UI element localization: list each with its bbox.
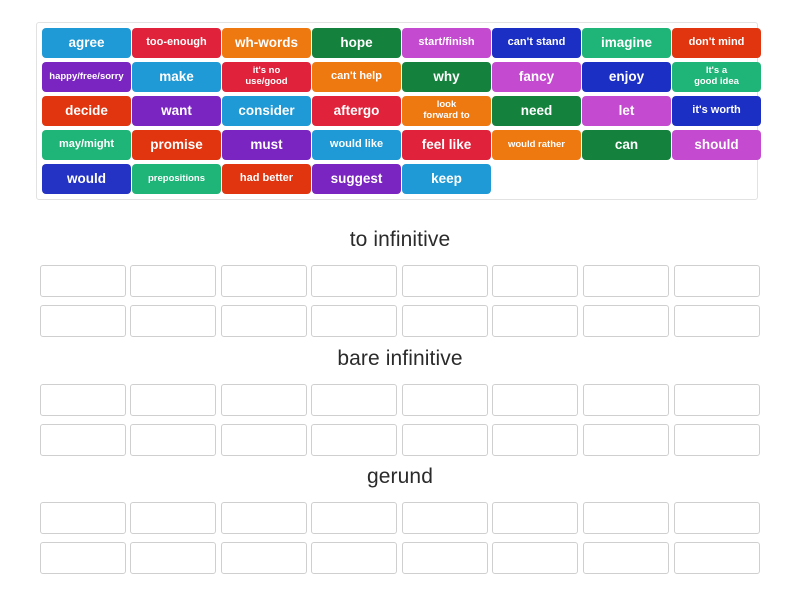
drop-slot[interactable]: [583, 502, 670, 534]
word-tile[interactable]: make: [132, 62, 221, 92]
drop-slot[interactable]: [311, 265, 398, 297]
drop-slot[interactable]: [673, 265, 760, 297]
word-tile[interactable]: decide: [42, 96, 131, 126]
word-tile[interactable]: wh-words: [222, 28, 311, 58]
drop-slot[interactable]: [492, 542, 579, 574]
drop-slot[interactable]: [583, 384, 670, 416]
word-tile[interactable]: must: [222, 130, 311, 160]
word-tile[interactable]: fancy: [492, 62, 581, 92]
drop-slot[interactable]: [39, 305, 126, 337]
category-title: gerund: [367, 465, 433, 488]
drop-slot[interactable]: [583, 542, 670, 574]
drop-slot[interactable]: [401, 424, 488, 456]
drop-slot-grid: [39, 384, 761, 456]
word-tile[interactable]: happy/free/sorry: [42, 62, 131, 92]
drop-slot[interactable]: [311, 384, 398, 416]
word-tile[interactable]: can: [582, 130, 671, 160]
drop-slot[interactable]: [673, 305, 760, 337]
drop-slot[interactable]: [130, 384, 217, 416]
word-tile[interactable]: it's worth: [672, 96, 761, 126]
drop-slot[interactable]: [492, 502, 579, 534]
drop-slot[interactable]: [673, 542, 760, 574]
drop-slot[interactable]: [492, 424, 579, 456]
drop-slot[interactable]: [673, 424, 760, 456]
activity-stage: agree too-enough wh-words hope start/finish c…: [0, 0, 800, 600]
word-tile[interactable]: suggest: [312, 164, 401, 194]
word-tile[interactable]: It's a good idea: [672, 62, 761, 92]
word-tile[interactable]: start/finish: [402, 28, 491, 58]
drop-slot[interactable]: [220, 305, 307, 337]
drop-slot[interactable]: [311, 424, 398, 456]
word-tile[interactable]: need: [492, 96, 581, 126]
drop-slot[interactable]: [220, 265, 307, 297]
word-tile[interactable]: feel like: [402, 130, 491, 160]
drop-slot-grid: [39, 265, 761, 337]
drop-slot[interactable]: [220, 542, 307, 574]
category-title: bare infinitive: [337, 347, 463, 370]
word-tile[interactable]: don't mind: [672, 28, 761, 58]
drop-slot[interactable]: [220, 384, 307, 416]
word-tile[interactable]: look forward to: [402, 96, 491, 126]
drop-slot[interactable]: [39, 542, 126, 574]
drop-slot[interactable]: [673, 384, 760, 416]
drop-slot[interactable]: [401, 384, 488, 416]
word-tile[interactable]: enjoy: [582, 62, 671, 92]
drop-slot[interactable]: [673, 502, 760, 534]
word-tile[interactable]: keep: [402, 164, 491, 194]
drop-slot[interactable]: [130, 542, 217, 574]
drop-slot[interactable]: [220, 424, 307, 456]
drop-slot[interactable]: [583, 265, 670, 297]
word-tile[interactable]: had better: [222, 164, 311, 194]
category-title: to infinitive: [349, 228, 451, 251]
drop-slot[interactable]: [311, 502, 398, 534]
word-tile[interactable]: imagine: [582, 28, 671, 58]
word-tile[interactable]: may/might: [42, 130, 131, 160]
category-section-to-infinitive: to infinitive: [0, 228, 800, 337]
word-tile[interactable]: hope: [312, 28, 401, 58]
word-tile[interactable]: would rather: [492, 130, 581, 160]
drop-slot[interactable]: [130, 265, 217, 297]
drop-slot-grid: [39, 502, 761, 574]
word-tile[interactable]: it's no use/good: [222, 62, 311, 92]
drop-slot[interactable]: [401, 542, 488, 574]
word-tile[interactable]: would like: [312, 130, 401, 160]
drop-slot[interactable]: [39, 424, 126, 456]
drop-slot[interactable]: [401, 502, 488, 534]
category-section-gerund: gerund: [0, 465, 800, 574]
drop-slot[interactable]: [401, 265, 488, 297]
word-tile[interactable]: can't stand: [492, 28, 581, 58]
drop-slot[interactable]: [401, 305, 488, 337]
word-tile[interactable]: want: [132, 96, 221, 126]
word-tile[interactable]: prepositions: [132, 164, 221, 194]
word-tile[interactable]: after go: [312, 96, 401, 126]
word-tile[interactable]: consider: [222, 96, 311, 126]
drop-slot[interactable]: [220, 502, 307, 534]
drop-slot[interactable]: [492, 384, 579, 416]
drop-slot[interactable]: [583, 305, 670, 337]
word-tile[interactable]: can't help: [312, 62, 401, 92]
drop-slot[interactable]: [311, 305, 398, 337]
drop-slot[interactable]: [583, 424, 670, 456]
drop-slot[interactable]: [492, 305, 579, 337]
drop-slot[interactable]: [39, 384, 126, 416]
drop-slot[interactable]: [39, 502, 126, 534]
category-section-bare-infinitive: bare infinitive: [0, 347, 800, 456]
drop-slot[interactable]: [311, 542, 398, 574]
word-tile[interactable]: let: [582, 96, 671, 126]
word-tile[interactable]: why: [402, 62, 491, 92]
word-bank-panel: agree too-enough wh-words hope start/finish c…: [36, 22, 761, 200]
drop-slot[interactable]: [130, 424, 217, 456]
drop-slot[interactable]: [130, 305, 217, 337]
word-tile[interactable]: too-enough: [132, 28, 221, 58]
word-tile[interactable]: should: [672, 130, 761, 160]
word-tile[interactable]: promise: [132, 130, 221, 160]
drop-slot[interactable]: [130, 502, 217, 534]
drop-slot[interactable]: [492, 265, 579, 297]
word-tile[interactable]: agree: [42, 28, 131, 58]
drop-slot[interactable]: [39, 265, 126, 297]
word-tile-grid: agree too-enough wh-words hope start/finish c…: [42, 28, 761, 194]
word-tile[interactable]: would: [42, 164, 131, 194]
